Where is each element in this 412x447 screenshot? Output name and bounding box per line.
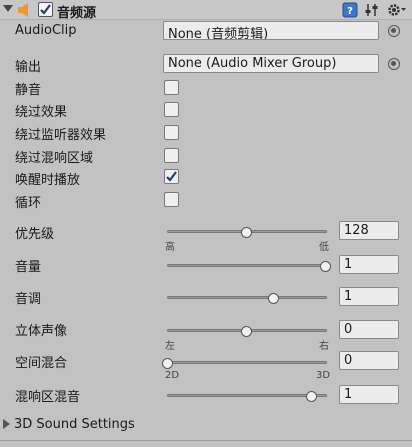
reverb-zone-mix-slider-thumb[interactable] (305, 391, 317, 402)
bypass-reverb-zones-label: 绕过混响区域 (15, 151, 94, 166)
bypass-listener-effects-label: 绕过监听器效果 (15, 128, 107, 143)
loop-checkbox[interactable] (164, 192, 179, 207)
audioclip-field[interactable]: None (音频剪辑) (163, 21, 379, 40)
object-picker-icon[interactable] (388, 25, 400, 37)
reverb-zone-mix-label: 混响区混音 (15, 390, 81, 405)
pitch-value-field[interactable]: 1 (339, 287, 399, 306)
pitch-slider-track[interactable] (167, 293, 327, 304)
spatial-blend-max-label: 3D (316, 370, 331, 381)
volume-value-field[interactable]: 1 (339, 255, 399, 274)
component-enabled-checkbox[interactable] (38, 2, 53, 17)
fold-arrow-icon[interactable] (3, 5, 13, 12)
volume-slider-thumb[interactable] (320, 261, 331, 272)
reverb-zone-mix-slider-track[interactable] (167, 391, 327, 402)
component-title: 音频源 (57, 6, 97, 21)
checkmark-icon (40, 4, 51, 15)
speaker-icon (18, 3, 28, 17)
bypass-effects-label: 绕过效果 (15, 105, 68, 120)
priority-slider-track[interactable] (167, 227, 327, 238)
bypass-listener-effects-checkbox[interactable] (164, 125, 179, 140)
priority-min-label: 高 (165, 242, 175, 253)
volume-slider-track[interactable] (167, 261, 331, 272)
help-book-icon[interactable]: ? (342, 2, 358, 18)
play-on-awake-checkbox[interactable] (164, 169, 179, 184)
gear-icon[interactable] (386, 2, 408, 18)
spatial-blend-value-field[interactable]: 0 (339, 351, 399, 370)
output-label: 输出 (15, 60, 42, 75)
stereo-pan-label: 立体声像 (15, 324, 68, 339)
stereo-pan-slider-track[interactable] (167, 326, 327, 337)
section-divider (0, 440, 412, 441)
bypass-effects-checkbox[interactable] (164, 102, 179, 117)
priority-max-label: 低 (319, 242, 329, 253)
priority-value-field[interactable]: 128 (339, 221, 399, 240)
priority-label: 优先级 (15, 227, 55, 242)
svg-text:?: ? (347, 6, 353, 17)
pitch-label: 音调 (15, 292, 42, 307)
spatial-blend-slider-track[interactable] (162, 358, 327, 369)
mute-label: 静音 (15, 83, 42, 98)
loop-label: 循环 (15, 196, 42, 211)
stereo-pan-max-label: 右 (319, 341, 329, 352)
bypass-reverb-zones-checkbox[interactable] (164, 148, 179, 163)
expand-arrow-icon[interactable] (3, 419, 10, 429)
stereo-pan-min-label: 左 (165, 341, 175, 352)
stereo-pan-value-field[interactable]: 0 (339, 320, 399, 339)
reverb-zone-mix-value-field[interactable]: 1 (339, 385, 399, 404)
3d-sound-settings-foldout[interactable]: 3D Sound Settings (14, 417, 135, 432)
volume-label: 音量 (15, 260, 42, 275)
priority-slider-thumb[interactable] (241, 227, 252, 238)
mute-checkbox[interactable] (164, 80, 179, 95)
spatial-blend-label: 空间混合 (15, 356, 68, 371)
output-field[interactable]: None (Audio Mixer Group) (163, 54, 379, 73)
audioclip-label: AudioClip (15, 23, 77, 38)
spatial-blend-min-label: 2D (165, 370, 180, 381)
preset-sliders-icon[interactable] (364, 2, 380, 18)
stereo-pan-slider-thumb[interactable] (241, 326, 252, 337)
pitch-slider-thumb[interactable] (267, 293, 279, 304)
play-on-awake-label: 唤醒时播放 (15, 173, 81, 188)
checkmark-icon (166, 171, 177, 182)
object-picker-icon[interactable] (388, 58, 400, 70)
spatial-blend-slider-thumb[interactable] (162, 358, 173, 369)
